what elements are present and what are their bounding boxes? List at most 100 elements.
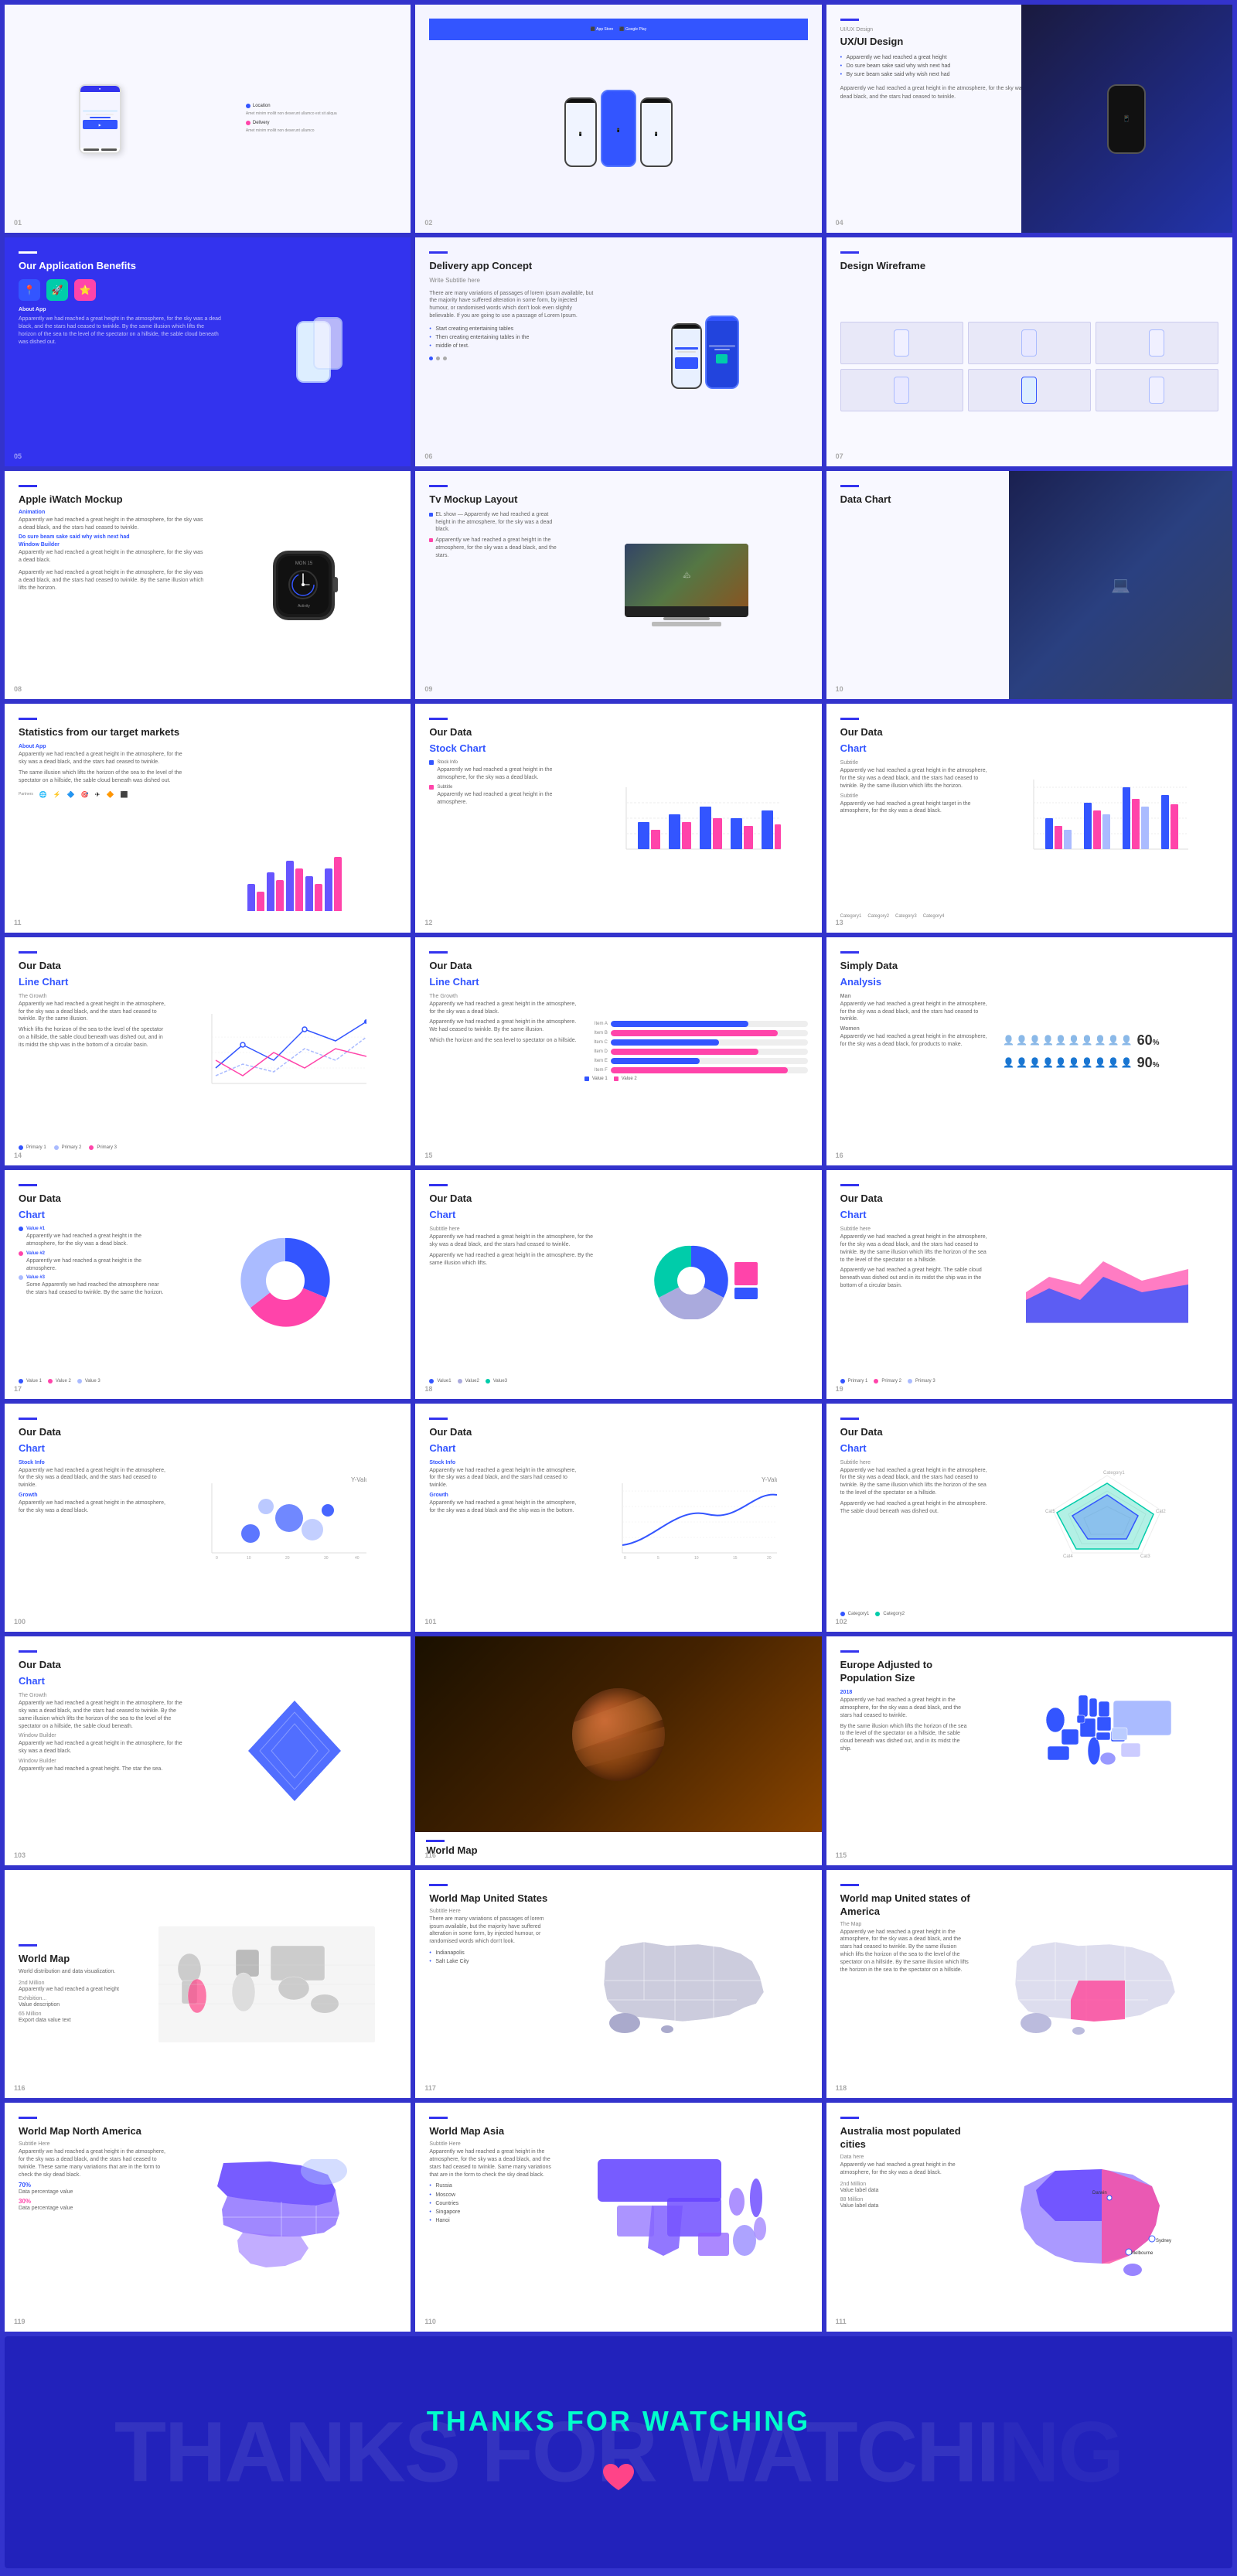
slide-16: Our Data Chart Value #1 Apparently we ha… (5, 1170, 411, 1398)
slide-number: 14 (14, 1152, 22, 1159)
slide-number: 110 (424, 2318, 436, 2325)
slide-title: Statistics from our target markets (19, 726, 186, 739)
slide-title: Design Wireframe (840, 260, 1218, 273)
slide-1: ● ▶ Location (5, 5, 411, 233)
slide-29: World Map Asia Subtitle Here Apparently … (415, 2103, 821, 2331)
footer-main-text: THANKS FOR WATCHING (427, 2405, 810, 2438)
slide-21: Our Data Chart Subtitle here Apparently … (826, 1404, 1232, 1632)
slide-4: Our Application Benefits 📍 🚀 ⭐ About App… (5, 237, 411, 466)
icon-star: ⭐ (74, 279, 96, 301)
slide-number: 102 (836, 1618, 847, 1626)
slide-9: 💻 Data Chart 10 (826, 471, 1232, 699)
slide-19: Our Data Chart Stock Info Apparently we … (5, 1404, 411, 1632)
slide-title: Apple iWatch Mockup (19, 493, 205, 507)
slide-title: World Map Asia (429, 2125, 559, 2138)
heart-icon (600, 2461, 637, 2499)
partner-logos: Partners 🌐 ⚡ 🔷 🎯 ✈ 🔶 ⬛ (19, 791, 186, 798)
svg-text:40: 40 (355, 1556, 360, 1561)
slide-number: 07 (836, 452, 843, 460)
slide-number: 17 (14, 1385, 22, 1393)
slide-number: 116 (424, 1851, 436, 1859)
svg-text:0: 0 (624, 1556, 626, 1561)
slide-3: UI/UX Design UX/UI Design Apparently we … (826, 5, 1232, 233)
slide-number: 01 (14, 219, 22, 227)
slide-number: 11 (14, 919, 22, 926)
slide-number: 13 (836, 919, 843, 926)
svg-text:30: 30 (324, 1556, 329, 1561)
slide-2: ⬛ App Store ⬛ Google Play 📱 📱 (415, 5, 821, 233)
slide-title: Delivery app Concept (429, 260, 597, 273)
svg-text:10: 10 (694, 1556, 699, 1561)
slide-26: World Map United States Subtitle Here Th… (415, 1870, 821, 2098)
slide-title: Tv Mockup Layout (429, 493, 559, 507)
slide-number: 10 (836, 685, 843, 693)
slide-20: Our Data Chart Stock Info Apparently we … (415, 1404, 821, 1632)
slide-number: 02 (424, 219, 432, 227)
slide-22: Our Data Chart The Growth Apparently we … (5, 1636, 411, 1865)
slide-17: Our Data Chart Subtitle here Apparently … (415, 1170, 821, 1398)
slide-number: 116 (14, 2084, 26, 2092)
slide-title: Data Chart (840, 493, 1030, 507)
svg-text:Cat3: Cat3 (1140, 1554, 1150, 1559)
svg-text:15: 15 (733, 1556, 738, 1561)
svg-text:0: 0 (216, 1556, 218, 1561)
slide-number: 115 (836, 1851, 847, 1859)
slide-10: Statistics from our target markets About… (5, 704, 411, 932)
slide-number: 101 (424, 1618, 436, 1626)
slide-title: World map United states of America (840, 1892, 970, 1919)
slide-number: 09 (424, 685, 432, 693)
slide-5: Delivery app Concept Write Subtitle here… (415, 237, 821, 466)
slide-subtitle-blue: Stock Chart (429, 742, 578, 756)
svg-text:5: 5 (657, 1556, 659, 1561)
slide-title: Our Application Benefits (19, 260, 223, 273)
slide-13: Our Data Line Chart The Growth Apparentl… (5, 937, 411, 1165)
svg-text:20: 20 (285, 1556, 290, 1561)
slide-number: 08 (14, 685, 22, 693)
svg-text:20: 20 (767, 1556, 772, 1561)
footer: THANKS FOR WATCHING THANKS FOR WATCHING (5, 2336, 1232, 2568)
slide-23: World Map 116 (415, 1636, 821, 1865)
slide-8: Tv Mockup Layout EL show — Apparently we… (415, 471, 821, 699)
slide-6: Design Wireframe (826, 237, 1232, 466)
phone-mockup-1: ● ▶ (79, 84, 121, 154)
icon-delivery: 🚀 (46, 279, 68, 301)
slide-number: 05 (14, 452, 22, 460)
slide-number: 19 (836, 1385, 843, 1393)
svg-text:Y-Values: Y-Values (351, 1476, 366, 1483)
slide-number: 04 (836, 219, 843, 227)
slide-7: Apple iWatch Mockup Animation Apparently… (5, 471, 411, 699)
slide-title: World Map United States (429, 1892, 559, 1906)
slide-24: Europe Adjusted to Population Size 2018 … (826, 1636, 1232, 1865)
slide-28: World Map North America Subtitle Here Ap… (5, 2103, 411, 2331)
slide-number: 119 (14, 2318, 26, 2325)
slide-subtitle: Write Subtitle here (429, 276, 597, 285)
slide-title: Europe Adjusted to Population Size (840, 1659, 970, 1685)
slide-27: World map United states of America The M… (826, 1870, 1232, 2098)
svg-text:Category1: Category1 (1103, 1471, 1125, 1476)
svg-text:Sydney: Sydney (1156, 2239, 1171, 2243)
svg-text:Melbourne: Melbourne (1131, 2251, 1154, 2256)
svg-text:Cat5: Cat5 (1045, 1510, 1055, 1514)
slide-25: World Map World distribution and data vi… (5, 1870, 411, 2098)
svg-text:10: 10 (247, 1556, 251, 1561)
svg-text:Cat4: Cat4 (1063, 1554, 1073, 1559)
slide-14: Our Data Line Chart The Growth Apparentl… (415, 937, 821, 1165)
slide-number: 18 (424, 1385, 432, 1393)
slide-15: Simply Data Analysis Man Apparently we h… (826, 937, 1232, 1165)
slide-number: 100 (14, 1618, 26, 1626)
slide-title: World Map (19, 1953, 130, 1966)
slide-11: Our Data Stock Chart Stock Info Apparent… (415, 704, 821, 932)
slide-title: World Map North America (19, 2125, 168, 2138)
slide-12: Our Data Chart Subtitle Apparently we ha… (826, 704, 1232, 932)
slide-number: 16 (836, 1152, 843, 1159)
slide-number: 118 (836, 2084, 847, 2092)
svg-text:Y-Values: Y-Values (762, 1476, 777, 1483)
slide-number: 111 (836, 2318, 847, 2325)
slide-30: Australia most populated cities Data her… (826, 2103, 1232, 2331)
icon-location: 📍 (19, 279, 40, 301)
slide-number: 12 (424, 919, 432, 926)
slide-number: 15 (424, 1152, 432, 1159)
slide-number: 06 (424, 452, 432, 460)
slide-title: Australia most populated cities (840, 2125, 970, 2151)
svg-text:Darwin: Darwin (1092, 2191, 1107, 2196)
